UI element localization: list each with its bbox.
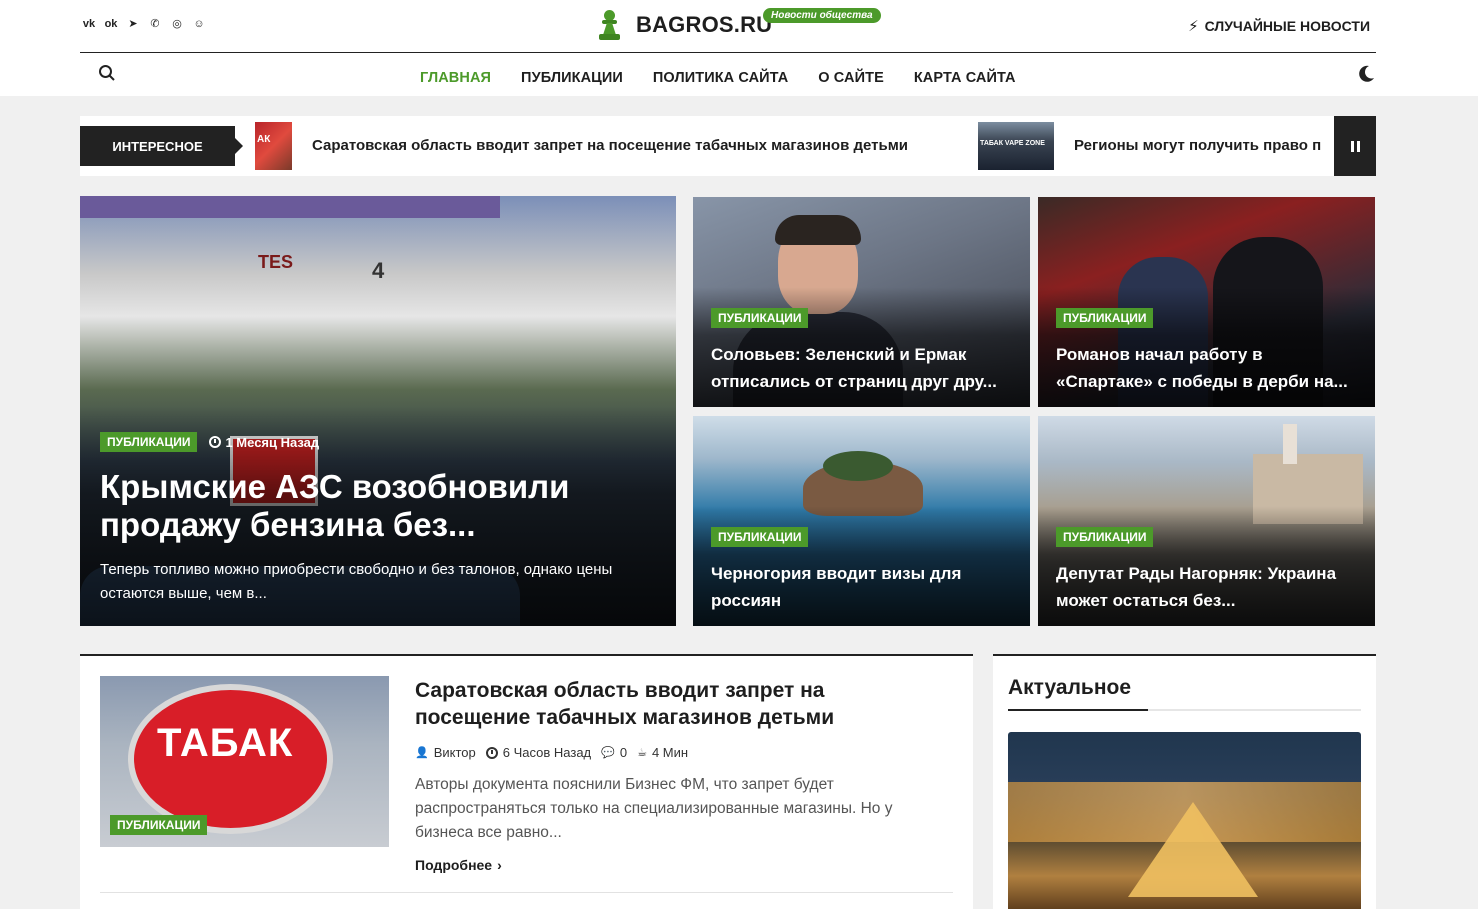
post-divider: [100, 892, 953, 893]
yandex-zen-icon[interactable]: ☺: [192, 18, 206, 30]
image-pump-number: 4: [372, 258, 385, 283]
nav-item-home[interactable]: ГЛАВНАЯ: [420, 70, 491, 86]
whatsapp-icon[interactable]: ◎: [170, 17, 184, 30]
nav-item-about[interactable]: О САЙТЕ: [818, 70, 884, 86]
category-badge[interactable]: ПУБЛИКАЦИИ: [110, 815, 208, 835]
chevron-right-icon: ›: [497, 857, 502, 873]
dark-mode-moon-icon[interactable]: [1356, 64, 1376, 84]
featured-main-post[interactable]: TES 4 ПУБЛИКАЦИИ 1 Месяц Назад Крымские …: [80, 196, 676, 626]
search-icon[interactable]: [98, 64, 116, 82]
vk-icon[interactable]: vk: [82, 18, 96, 30]
ticker-item-1[interactable]: Саратовская область вводит запрет на пос…: [312, 137, 908, 154]
image-brand-text: TES: [258, 252, 294, 272]
sidebar-post-image[interactable]: [1008, 732, 1361, 909]
user-icon: 👤: [415, 747, 429, 759]
random-news-label: СЛУЧАЙНЫЕ НОВОСТИ: [1204, 18, 1370, 34]
clock-icon: [209, 436, 222, 448]
comment-icon: 💬: [601, 747, 615, 759]
nav-item-policy[interactable]: ПОЛИТИКА САЙТА: [653, 70, 788, 86]
ticker-thumb-1[interactable]: АК: [255, 122, 292, 170]
featured-grid-post-1[interactable]: ПУБЛИКАЦИИ Соловьев: Зеленский и Ермак о…: [693, 197, 1030, 407]
post-list: ТАБАК ПУБЛИКАЦИИ Саратовская область вво…: [80, 654, 973, 909]
reading-time-icon: ☕: [637, 747, 647, 759]
post-time: 1 Месяц Назад: [225, 434, 320, 450]
category-badge[interactable]: ПУБЛИКАЦИИ: [1056, 527, 1154, 547]
post-title[interactable]: Саратовская область вводит запрет на пос…: [415, 677, 935, 731]
read-more-link[interactable]: Подробнее ›: [415, 857, 502, 873]
featured-grid-post-4[interactable]: ПУБЛИКАЦИИ Депутат Рады Нагорняк: Украин…: [1038, 416, 1375, 626]
post-thumbnail[interactable]: ТАБАК ПУБЛИКАЦИИ: [100, 676, 389, 847]
logo-tagline: Новости общества: [763, 8, 881, 23]
site-header: vk ok ➤ ✆ ◎ ☺ BAGROS.RU Новости общества…: [0, 0, 1478, 96]
featured-grid-title[interactable]: Романов начал работу в «Спартаке» с побе…: [1056, 341, 1361, 395]
ok-icon[interactable]: ok: [104, 18, 118, 30]
post-meta: 👤 Виктор 6 Часов Назад 💬 0 ☕ 4 Мин: [415, 745, 688, 760]
ticker-label: ИНТЕРЕСНОЕ: [80, 126, 243, 166]
pause-icon: [1350, 140, 1360, 152]
clock-icon: [485, 746, 498, 759]
header-divider: [80, 52, 1376, 53]
featured-grid-post-2[interactable]: ПУБЛИКАЦИИ Романов начал работу в «Спарт…: [1038, 197, 1375, 407]
category-badge[interactable]: ПУБЛИКАЦИИ: [1056, 308, 1154, 328]
telegram-icon[interactable]: ➤: [126, 17, 140, 30]
featured-grid-post-3[interactable]: ПУБЛИКАЦИИ Черногория вводит визы для ро…: [693, 416, 1030, 626]
featured-grid-title[interactable]: Черногория вводит визы для россиян: [711, 560, 1016, 614]
category-badge[interactable]: ПУБЛИКАЦИИ: [100, 432, 198, 452]
featured-grid-title[interactable]: Депутат Рады Нагорняк: Украина может ост…: [1056, 560, 1361, 614]
ticker-thumb-2[interactable]: ТАБАК VAPE ZONE: [978, 122, 1054, 170]
logo-text: BAGROS.RU: [636, 12, 773, 37]
viber-icon[interactable]: ✆: [148, 17, 162, 30]
thumbnail-sign-text: ТАБАК: [157, 721, 294, 765]
pawn-logo-icon: [596, 8, 622, 42]
lightning-icon: ⚡: [1188, 18, 1199, 35]
read-more-label: Подробнее: [415, 857, 493, 873]
read-time: 4 Мин: [651, 745, 689, 760]
featured-main-meta: ПУБЛИКАЦИИ 1 Месяц Назад: [100, 432, 319, 452]
widget-title: Актуальное: [1008, 676, 1132, 699]
comment-count[interactable]: 0: [620, 745, 627, 760]
featured-grid-title[interactable]: Соловьев: Зеленский и Ермак отписались о…: [711, 341, 1016, 395]
ticker-item-2[interactable]: Регионы могут получить право п: [1074, 137, 1321, 154]
social-links: vk ok ➤ ✆ ◎ ☺: [82, 17, 206, 31]
widget-title-underline: [1008, 709, 1361, 711]
nav-item-sitemap[interactable]: КАРТА САЙТА: [914, 70, 1016, 86]
post-time: 6 Часов Назад: [502, 745, 592, 760]
ticker-pause-button[interactable]: [1334, 116, 1376, 176]
sidebar-widget: Актуальное: [993, 654, 1376, 909]
random-news-link[interactable]: ⚡ СЛУЧАЙНЫЕ НОВОСТИ: [1188, 17, 1370, 35]
category-badge[interactable]: ПУБЛИКАЦИИ: [711, 308, 809, 328]
category-badge[interactable]: ПУБЛИКАЦИИ: [711, 527, 809, 547]
nav-item-publications[interactable]: ПУБЛИКАЦИИ: [521, 70, 623, 86]
post-excerpt: Авторы документа пояснили Бизнес ФМ, что…: [415, 776, 893, 841]
featured-main-excerpt: Теперь топливо можно приобрести свободно…: [100, 561, 613, 602]
main-nav: ГЛАВНАЯ ПУБЛИКАЦИИ ПОЛИТИКА САЙТА О САЙТ…: [420, 70, 1016, 86]
post-author[interactable]: Виктор: [434, 745, 476, 760]
news-ticker: ИНТЕРЕСНОЕ АК Саратовская область вводит…: [80, 116, 1376, 176]
site-logo[interactable]: BAGROS.RU Новости общества: [596, 8, 881, 42]
featured-main-title[interactable]: Крымские АЗС возобновили продажу бензина…: [100, 468, 660, 544]
